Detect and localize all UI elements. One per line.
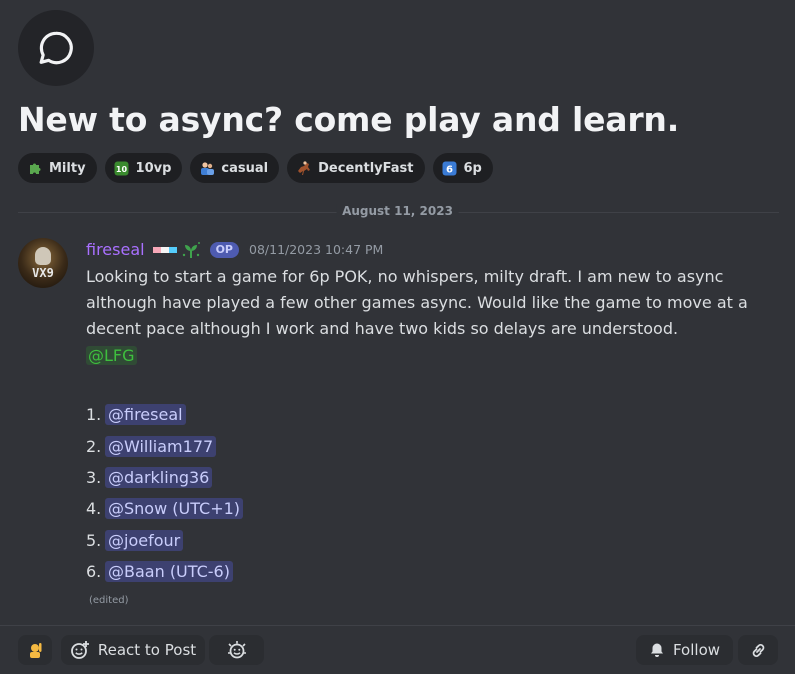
timestamp: 08/11/2023 10:47 PM xyxy=(249,242,384,257)
user-mention[interactable]: @fireseal xyxy=(105,404,186,426)
super-reaction-button[interactable] xyxy=(209,635,264,665)
user-mention[interactable]: @darkling36 xyxy=(105,466,213,488)
edited-label: (edited) xyxy=(89,595,129,606)
tag-10vp[interactable]: 10 10vp xyxy=(104,153,183,183)
tag-label: casual xyxy=(221,160,269,176)
tag-decentlyfast[interactable]: DecentlyFast xyxy=(287,153,425,183)
flag-badge-icon xyxy=(152,246,177,253)
list-number: 4. xyxy=(86,499,102,519)
message-header: fireseal OP 08/11/2023 10:47 PM xyxy=(86,240,383,259)
link-icon xyxy=(752,643,764,657)
follow-button[interactable]: Follow xyxy=(636,635,733,665)
svg-text:10: 10 xyxy=(116,165,128,174)
list-item: 6. @Baan (UTC-6) xyxy=(86,556,243,587)
post-icon xyxy=(18,10,94,86)
avatar-text: VX9 xyxy=(32,266,54,280)
skull-icon xyxy=(35,247,51,265)
copy-link-button[interactable] xyxy=(738,635,778,665)
message-text: Looking to start a game for 6p POK, no w… xyxy=(86,267,748,339)
chat-bubble-icon xyxy=(39,31,73,65)
tag-label: Milty xyxy=(49,160,86,176)
person-raising-hand-icon xyxy=(30,643,42,658)
list-item: 4. @Snow (UTC+1) xyxy=(86,493,244,524)
reaction-button[interactable] xyxy=(18,635,52,665)
tag-label: 10vp xyxy=(135,160,172,176)
tag-list: Milty 10 10vp casual DecentlyFast 6 6p xyxy=(18,153,493,183)
sprout-icon xyxy=(182,241,200,258)
list-item: 2. @William177 xyxy=(86,430,243,461)
bell-icon xyxy=(650,643,663,657)
tag-label: DecentlyFast xyxy=(318,160,414,176)
list-number: 6. xyxy=(86,562,102,582)
post-actions-bar: React to Post Follow xyxy=(0,625,795,674)
op-badge: OP xyxy=(209,241,239,258)
tag-label: 6p xyxy=(463,160,482,176)
user-mention[interactable]: @Snow (UTC+1) xyxy=(105,498,244,520)
svg-text:6: 6 xyxy=(446,164,453,175)
people-icon xyxy=(199,160,215,176)
tag-milty[interactable]: Milty xyxy=(18,153,97,183)
username[interactable]: fireseal xyxy=(86,240,145,259)
react-to-post-label: React to Post xyxy=(97,641,197,659)
message-body: Looking to start a game for 6p POK, no w… xyxy=(86,264,776,369)
tag-casual[interactable]: casual xyxy=(190,153,280,183)
super-reaction-icon xyxy=(227,641,246,659)
user-mention[interactable]: @joefour xyxy=(105,529,184,551)
avatar[interactable]: VX9 xyxy=(18,238,68,288)
user-mention[interactable]: @Baan (UTC-6) xyxy=(105,561,233,583)
add-reaction-icon xyxy=(70,641,89,659)
puzzle-piece-icon xyxy=(27,160,43,176)
user-mention[interactable]: @William177 xyxy=(105,435,217,457)
list-item: 3. @darkling36 xyxy=(86,462,243,493)
list-number: 3. xyxy=(86,467,102,487)
list-item: 5. @joefour xyxy=(86,525,243,556)
player-list: 1. @fireseal 2. @William177 3. @darkling… xyxy=(86,399,244,587)
react-to-post-button[interactable]: React to Post xyxy=(61,635,205,665)
horse-racing-icon xyxy=(296,160,312,176)
keycap-six-icon: 6 xyxy=(442,160,458,176)
role-badges xyxy=(152,241,202,259)
tag-6p[interactable]: 6 6p xyxy=(432,153,493,183)
role-mention[interactable]: @LFG xyxy=(86,345,137,365)
list-number: 2. xyxy=(86,436,102,456)
list-item: 1. @fireseal xyxy=(86,399,243,430)
keycap-ten-icon: 10 xyxy=(114,160,130,176)
date-divider: August 11, 2023 xyxy=(336,204,459,218)
follow-label: Follow xyxy=(672,641,721,659)
post-title: New to async? come play and learn. xyxy=(18,100,680,139)
list-number: 5. xyxy=(86,530,102,550)
list-number: 1. xyxy=(86,405,102,425)
